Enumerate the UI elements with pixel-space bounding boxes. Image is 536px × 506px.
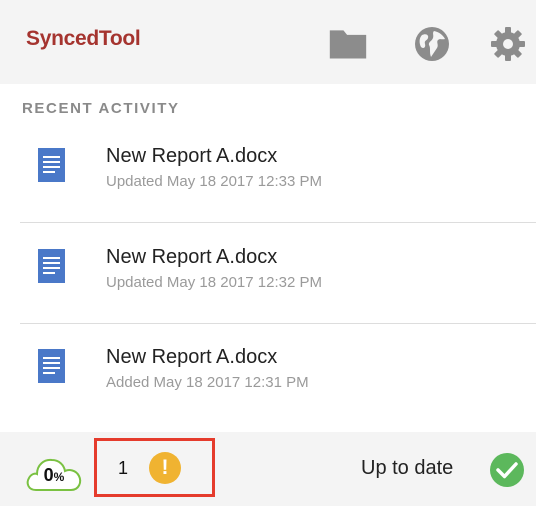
folder-icon[interactable]	[328, 24, 368, 64]
sync-progress: 0%	[30, 465, 78, 486]
document-icon	[38, 349, 65, 383]
divider	[20, 323, 536, 324]
document-icon	[38, 249, 65, 283]
sync-percent-value: 0	[43, 465, 54, 485]
file-activity-time: Updated May 18 2017 12:32 PM	[106, 274, 322, 291]
file-name: New Report A.docx	[106, 346, 278, 368]
file-activity-time: Added May 18 2017 12:31 PM	[106, 374, 309, 391]
check-circle-icon	[490, 453, 524, 487]
app-title: SyncedTool	[26, 27, 141, 50]
alert-count: 1	[118, 458, 129, 478]
status-bar: 0% Up to date	[0, 432, 536, 506]
file-name: New Report A.docx	[106, 246, 278, 268]
warning-icon: !	[149, 452, 181, 484]
header-bar: SyncedTool	[0, 0, 536, 84]
globe-icon[interactable]	[412, 24, 452, 64]
file-activity-time: Updated May 18 2017 12:33 PM	[106, 173, 322, 190]
activity-item[interactable]: New Report A.docx Added May 18 2017 12:3…	[0, 340, 536, 441]
recent-activity-heading: RECENT ACTIVITY	[22, 100, 180, 117]
activity-item[interactable]: New Report A.docx Updated May 18 2017 12…	[0, 240, 536, 341]
document-icon	[38, 148, 65, 182]
alerts-button[interactable]: 1 !	[94, 438, 215, 497]
sync-status-label: Up to date	[361, 457, 454, 479]
divider	[20, 222, 536, 223]
file-name: New Report A.docx	[106, 145, 278, 167]
sync-percent-unit: %	[53, 470, 65, 484]
gear-icon[interactable]	[488, 24, 528, 64]
activity-item[interactable]: New Report A.docx Updated May 18 2017 12…	[0, 139, 536, 240]
